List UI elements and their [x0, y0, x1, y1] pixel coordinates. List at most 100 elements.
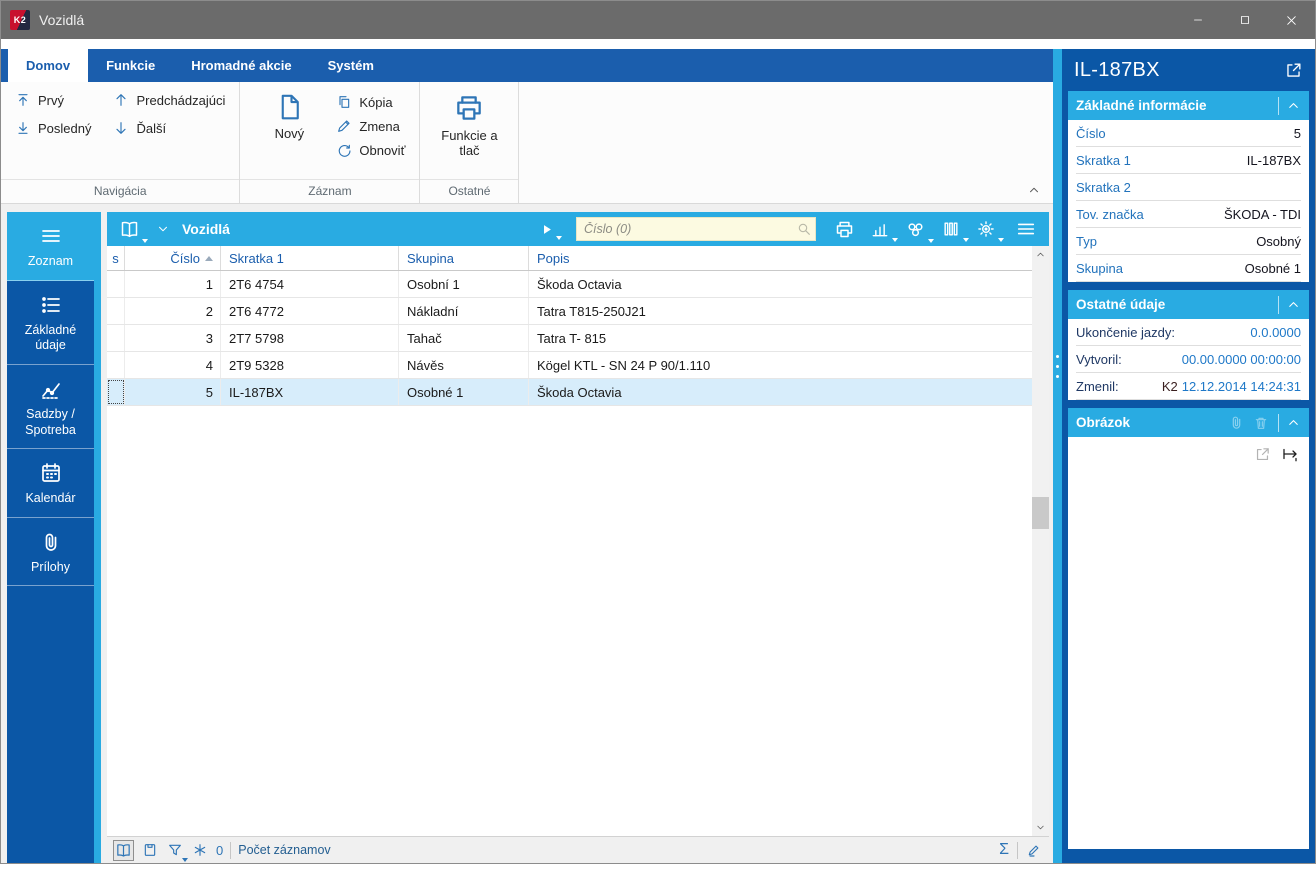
sidebar-item-prilohy[interactable]: Prílohy [7, 518, 94, 587]
column-header-s[interactable]: s [107, 246, 125, 270]
section-header[interactable]: Obrázok [1068, 408, 1309, 437]
chevron-up-icon [1030, 187, 1038, 193]
gears-icon [908, 222, 923, 236]
collapse-section-button[interactable] [1286, 297, 1301, 312]
group-label-ostatne: Ostatné [420, 179, 519, 203]
start-search-button[interactable] [535, 222, 562, 240]
columns-icon [944, 222, 958, 236]
section-ostatne-udaje: Ostatné údaje Ukončenie jazdy: 0.0.0000 … [1068, 290, 1309, 400]
collapse-section-button[interactable] [1286, 415, 1301, 430]
vertical-scrollbar[interactable] [1032, 246, 1049, 836]
image-placeholder [1068, 437, 1309, 849]
table-row[interactable]: 3 2T7 5798 Tahač Tatra T- 815 [107, 325, 1032, 352]
copy-icon [339, 96, 350, 108]
attach-image-button[interactable] [1228, 414, 1245, 431]
scroll-thumb[interactable] [1032, 496, 1049, 529]
column-header-popis[interactable]: Popis [529, 246, 1032, 270]
table-row[interactable]: 2 2T6 4772 Nákladní Tatra T815-250J21 [107, 298, 1032, 325]
scroll-up-button[interactable] [1032, 246, 1049, 263]
document-icon [282, 94, 300, 120]
detail-panel: IL-187BX Základné informácie Číslo 5 Skr… [1062, 49, 1315, 863]
pencil-icon [1028, 845, 1039, 857]
arrow-up-to-bar-icon [18, 94, 28, 106]
gears-button[interactable] [901, 219, 934, 243]
grid-title-chevron-button[interactable] [152, 222, 174, 236]
detail-row: Skratka 2 [1076, 174, 1301, 201]
trash-icon [1255, 417, 1267, 429]
detail-row: Skupina Osobné 1 [1076, 255, 1301, 282]
new-button[interactable]: Nový [254, 92, 324, 179]
last-button[interactable]: Posledný [15, 120, 91, 136]
image-resize-button[interactable] [1281, 445, 1299, 463]
play-icon [544, 224, 551, 234]
next-button[interactable]: Ďalší [113, 120, 225, 136]
tab-domov[interactable]: Domov [8, 49, 89, 82]
sidebar-item-kalendar[interactable]: Kalendár [7, 449, 94, 518]
scroll-track[interactable] [1032, 263, 1049, 819]
book-view-toggle-button[interactable] [113, 839, 134, 861]
printer-icon [836, 221, 853, 237]
delete-image-button[interactable] [1253, 415, 1269, 431]
gear-icon [978, 221, 994, 237]
sidebar-item-zakladne-udaje[interactable]: Základné údaje [7, 281, 94, 365]
arrow-down-icon [116, 122, 127, 134]
collapse-ribbon-button[interactable] [1027, 183, 1041, 197]
close-button[interactable] [1268, 1, 1315, 39]
detail-row: Skratka 1 IL-187BX [1076, 147, 1301, 174]
change-button[interactable]: Zmena [336, 118, 405, 134]
quick-edit-button[interactable] [1025, 841, 1043, 859]
column-header-cislo[interactable]: Číslo [125, 246, 221, 270]
focused-cell[interactable] [107, 379, 125, 405]
column-header-skupina[interactable]: Skupina [399, 246, 529, 270]
minimize-button[interactable] [1174, 1, 1221, 39]
card-view-button[interactable] [141, 841, 159, 859]
section-header[interactable]: Základné informácie [1068, 91, 1309, 120]
first-button[interactable]: Prvý [15, 92, 91, 108]
section-header[interactable]: Ostatné údaje [1068, 290, 1309, 319]
chart-button[interactable] [866, 219, 898, 242]
collapse-section-button[interactable] [1286, 98, 1301, 113]
external-link-icon [1287, 62, 1301, 77]
print-button[interactable] [830, 219, 859, 240]
resize-horizontal-icon [1283, 448, 1297, 462]
sum-button[interactable]: Σ [998, 840, 1010, 860]
previous-button[interactable]: Predchádzajúci [113, 92, 225, 108]
open-record-button[interactable] [1284, 61, 1303, 80]
copy-button[interactable]: Kópia [336, 94, 405, 110]
filter-button[interactable] [166, 841, 188, 862]
tab-hromadne-akcie[interactable]: Hromadné akcie [173, 49, 309, 82]
detail-row: Ukončenie jazdy: 0.0.0000 [1076, 319, 1301, 346]
maximize-button[interactable] [1221, 1, 1268, 39]
panel-splitter[interactable] [1053, 49, 1062, 863]
arrow-up-icon [116, 94, 127, 106]
detail-row: Zmenil: K2 12.12.2014 14:24:31 [1076, 373, 1301, 400]
sort-ascending-icon [205, 255, 213, 261]
column-header-skratka1[interactable]: Skratka 1 [221, 246, 399, 270]
tab-system[interactable]: Systém [310, 49, 392, 82]
view-book-button[interactable] [115, 219, 148, 243]
columns-button[interactable] [937, 219, 969, 242]
sidebar-item-zoznam[interactable]: Zoznam [7, 212, 94, 281]
table-row[interactable]: 4 2T9 5328 Návěs Kögel KTL - SN 24 P 90/… [107, 352, 1032, 379]
tab-funkcie[interactable]: Funkcie [88, 49, 173, 82]
main-area: Zoznam Základné údaje Sadzby / Spotreba … [1, 204, 1053, 863]
records-label: Počet záznamov [238, 843, 331, 857]
sidebar-item-sadzby-spotreba[interactable]: Sadzby / Spotreba [7, 365, 94, 450]
refresh-button[interactable]: Obnoviť [336, 142, 405, 158]
detail-title: IL-187BX [1074, 58, 1160, 81]
table-row[interactable]: 1 2T6 4754 Osobní 1 Škoda Octavia [107, 271, 1032, 298]
frozen-filter-button[interactable] [191, 841, 209, 859]
functions-print-button[interactable]: Funkcie a tlač [434, 92, 504, 179]
scroll-down-button[interactable] [1032, 819, 1049, 836]
list-icon [41, 296, 60, 313]
settings-button[interactable] [972, 219, 1004, 242]
table-row-selected[interactable]: 5 IL-187BX Osobné 1 Škoda Octavia [107, 379, 1032, 406]
image-open-button[interactable] [1254, 446, 1271, 463]
book-icon [121, 221, 138, 237]
search-input[interactable] [576, 217, 816, 241]
grid-status-bar: 0 Počet záznamov Σ [107, 836, 1049, 863]
line-chart-icon [41, 383, 60, 399]
grid-menu-button[interactable] [1011, 218, 1041, 240]
ribbon-tab-bar: Domov Funkcie Hromadné akcie Systém [1, 49, 1053, 82]
ribbon: Prvý Predchádzajúci Posledný Ďalší Navig… [1, 82, 1053, 204]
